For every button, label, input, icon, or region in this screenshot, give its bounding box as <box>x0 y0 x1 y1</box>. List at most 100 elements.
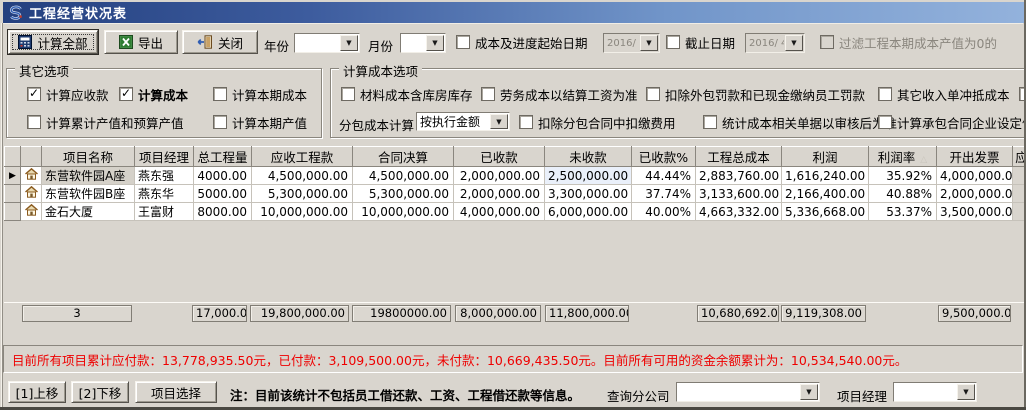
labor-wage-checkbox[interactable]: 劳务成本以结算工资为准 <box>481 87 638 101</box>
cell-4[interactable]: 5,300,000.00 <box>353 185 454 203</box>
cell-3[interactable]: 4,500,000.00 <box>252 167 353 185</box>
cell-10[interactable]: 35.92% <box>869 167 937 185</box>
table-row[interactable]: ▶东营软件园A座燕东强4000.004,500,000.004,500,000.… <box>5 167 1026 185</box>
cell-4[interactable]: 4,500,000.00 <box>353 167 454 185</box>
cell-8[interactable]: 2,883,760.00 <box>696 167 782 185</box>
project-table[interactable]: 项目名称项目经理总工程量 应收工程款 合同决算 已收款 未收款已收款%工程总成本利润利润… <box>4 146 1026 221</box>
cell-4[interactable]: 10,000,000.00 <box>353 203 454 221</box>
cell-1[interactable]: 燕东强 <box>135 167 194 185</box>
deduct-subcontract-fees-checkbox[interactable]: 扣除分包合同中扣缴费用 <box>519 115 676 129</box>
cell-2[interactable]: 4000.00 <box>194 167 252 185</box>
summary-unreceived: 11,800,000.00 <box>545 305 629 322</box>
cell-7[interactable]: 44.44% <box>632 167 696 185</box>
column-header-4[interactable]: 合同决算 <box>353 147 454 167</box>
cell-1[interactable]: 燕东华 <box>135 185 194 203</box>
material-stock-checkbox[interactable]: 材料成本含库房库存 <box>341 87 473 101</box>
cell-9[interactable]: 2,166,400.00 <box>782 185 869 203</box>
checkbox-box <box>213 87 227 101</box>
cell-3[interactable]: 10,000,000.00 <box>252 203 353 221</box>
column-header-label: 项目经理 <box>139 150 189 165</box>
cell-2[interactable]: 8000.00 <box>194 203 252 221</box>
column-header-label: 应收工程款 <box>271 150 334 165</box>
calc-current-output-checkbox[interactable]: 计算本期产值 <box>213 115 307 129</box>
cell-11[interactable]: 4,000,000.00 <box>937 167 1013 185</box>
calc-all-button[interactable]: 计算全部 <box>8 30 98 54</box>
column-header-1[interactable]: 项目经理 <box>135 147 194 167</box>
summary-invoice: 9,500,000.00 <box>938 305 1011 322</box>
row-selector-cell[interactable] <box>5 185 21 203</box>
cell-6[interactable]: 3,300,000.00 <box>545 185 632 203</box>
other-income-offset-checkbox[interactable]: 其它收入单冲抵成本 <box>878 87 1010 101</box>
month-combobox[interactable]: ▼ <box>400 33 446 53</box>
column-header-6[interactable]: 未收款 <box>545 147 632 167</box>
table-row[interactable]: 东营软件园B座燕东华5000.005,300,000.005,300,000.0… <box>5 185 1026 203</box>
cell-6[interactable]: 6,000,000.00 <box>545 203 632 221</box>
window-frame-left <box>2 23 3 407</box>
column-header-0[interactable]: 项目名称 <box>42 147 135 167</box>
checkbox-box <box>666 35 680 49</box>
status-bar: 目前所有项目累计应付款：13,778,935.50元，已付款：3,109,500… <box>3 345 1023 373</box>
other-options-group: 其它选项 计算应收款 计算成本 计算本期成本 计算累计产值和预算产值 计算本期产… <box>6 68 322 138</box>
start-date-checkbox[interactable]: 成本及进度起始日期 <box>456 35 588 49</box>
cell-7[interactable]: 40.00% <box>632 203 696 221</box>
cell-8[interactable]: 3,133,600.00 <box>696 185 782 203</box>
chevron-down-icon[interactable]: ▼ <box>957 384 975 400</box>
cell-7[interactable]: 37.74% <box>632 185 696 203</box>
calc-receivable-checkbox[interactable]: 计算应收款 <box>27 87 109 101</box>
export-button[interactable]: 导出 <box>104 30 178 54</box>
row-selector-cell[interactable] <box>5 203 21 221</box>
chevron-down-icon[interactable]: ▼ <box>490 114 508 129</box>
row-selector-cell[interactable]: ▶ <box>5 167 21 185</box>
column-header-10[interactable]: 利润率△ <box>869 147 937 167</box>
filter-zero-label: 过滤工程本期成本产值为0的 <box>839 33 997 52</box>
column-header-7[interactable]: 已收款% <box>632 147 696 167</box>
column-header-5[interactable]: 已收款 <box>454 147 545 167</box>
cell-5[interactable]: 2,000,000.00 <box>454 167 545 185</box>
chevron-down-icon[interactable]: ▼ <box>340 35 358 51</box>
branch-combobox[interactable]: ▼ <box>676 382 820 402</box>
cell-5[interactable]: 2,000,000.00 <box>454 185 545 203</box>
year-combobox[interactable]: ▼ <box>294 33 360 53</box>
calc-cumulative-output-checkbox[interactable]: 计算累计产值和预算产值 <box>27 115 184 129</box>
column-header-3[interactable]: 应收工程款 <box>252 147 353 167</box>
move-up-button[interactable]: [1]上移 <box>8 381 66 403</box>
year-label: 年份 <box>264 36 289 55</box>
column-header-9[interactable]: 利润 <box>782 147 869 167</box>
cell-10[interactable]: 40.88% <box>869 185 937 203</box>
cell-11[interactable]: 2,000,000.00 <box>937 185 1013 203</box>
close-button[interactable]: 关闭 <box>182 30 258 54</box>
contract-enterprise-info-checkbox[interactable]: 计算承包合同企业设定信息 <box>878 115 1026 129</box>
checkbox-box <box>878 87 892 101</box>
table-row[interactable]: 金石大厦王富财8000.0010,000,000.0010,000,000.00… <box>5 203 1026 221</box>
cell-9[interactable]: 5,336,668.00 <box>782 203 869 221</box>
row-selector-header <box>5 147 21 167</box>
project-select-button[interactable]: 项目选择 <box>135 381 217 403</box>
column-header-11[interactable]: 开出发票 <box>937 147 1013 167</box>
chevron-down-icon[interactable]: ▼ <box>426 35 444 51</box>
manager-combobox[interactable]: ▼ <box>893 382 977 402</box>
cell-0[interactable]: 东营软件园B座 <box>42 185 135 203</box>
cell-0[interactable]: 金石大厦 <box>42 203 135 221</box>
chevron-down-icon[interactable]: ▼ <box>800 384 818 400</box>
calc-current-cost-checkbox[interactable]: 计算本期成本 <box>213 87 307 101</box>
subcontract-combobox[interactable]: 按执行金额 ▼ <box>416 112 510 131</box>
cell-3[interactable]: 5,300,000.00 <box>252 185 353 203</box>
column-header-2[interactable]: 总工程量 <box>194 147 252 167</box>
cell-10[interactable]: 53.37% <box>869 203 937 221</box>
cell-2[interactable]: 5000.00 <box>194 185 252 203</box>
calc-cost-checkbox[interactable]: 计算成本 <box>119 87 188 101</box>
stats-after-audit-checkbox[interactable]: 统计成本相关单据以审核后为准 <box>703 115 897 129</box>
deduct-fines-checkbox[interactable]: 扣除外包罚款和已现金缴纳员工罚款 <box>646 87 865 101</box>
cell-9[interactable]: 1,616,240.00 <box>782 167 869 185</box>
exit-door-icon <box>197 35 213 49</box>
column-header-label: 已收款 <box>480 150 518 165</box>
cell-1[interactable]: 王富财 <box>135 203 194 221</box>
move-down-button[interactable]: [2]下移 <box>71 381 129 403</box>
cell-8[interactable]: 4,663,332.00 <box>696 203 782 221</box>
column-header-8[interactable]: 工程总成本 <box>696 147 782 167</box>
cell-0[interactable]: 东营软件园A座 <box>42 167 135 185</box>
cell-6[interactable]: 2,500,000.00 <box>545 167 632 185</box>
cell-5[interactable]: 4,000,000.00 <box>454 203 545 221</box>
cell-11[interactable]: 3,500,000.00 <box>937 203 1013 221</box>
end-date-checkbox[interactable]: 截止日期 <box>666 35 735 49</box>
